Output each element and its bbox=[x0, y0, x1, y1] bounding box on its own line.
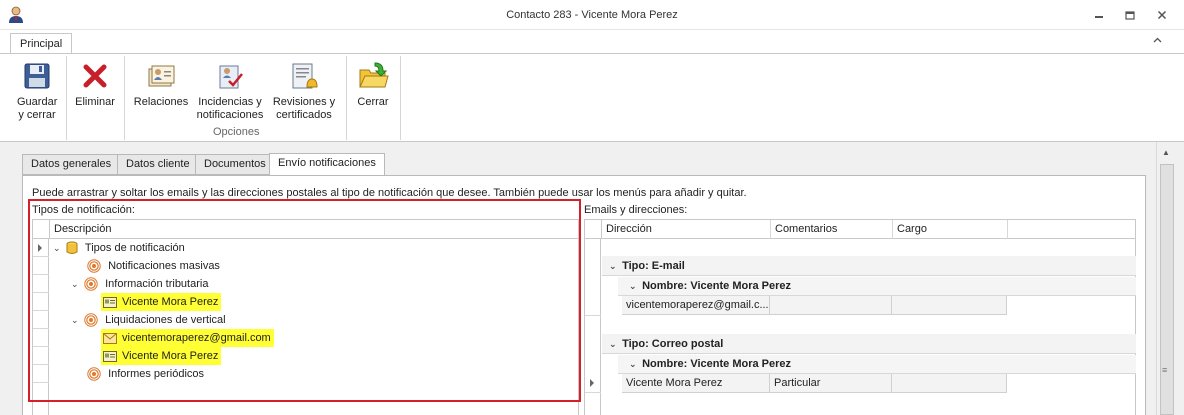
notification-check-icon bbox=[219, 65, 243, 89]
incidents-notifications-button[interactable]: Incidencias y notificaciones bbox=[195, 56, 265, 122]
chevron-down-icon[interactable]: ⌄ bbox=[629, 277, 639, 295]
close-contact-button[interactable]: Cerrar bbox=[352, 56, 394, 109]
relations-label: Relaciones bbox=[133, 96, 189, 108]
row-indicator-column bbox=[585, 239, 601, 415]
ribbon-separator bbox=[400, 56, 401, 140]
group-row-type-email[interactable]: ⌄ Tipo: E-mail bbox=[609, 257, 685, 275]
ribbon-tab-principal[interactable]: Principal bbox=[10, 33, 73, 55]
column-header-cargo[interactable]: Cargo bbox=[892, 220, 1007, 239]
ribbon-separator bbox=[66, 56, 67, 140]
tab-documentos[interactable]: Documentos bbox=[195, 154, 275, 175]
group-row-label: Tipo: Correo postal bbox=[622, 338, 724, 350]
ribbon-group-label: Opciones bbox=[213, 126, 260, 138]
ribbon: Guardar y cerrar Eliminar Relaciones Inc… bbox=[0, 53, 1184, 142]
row-indicator[interactable] bbox=[585, 373, 601, 393]
cell-cargo[interactable] bbox=[892, 374, 1007, 393]
grid-header: Dirección Comentarios Cargo bbox=[585, 220, 1135, 239]
scroll-up-icon[interactable]: ▲ bbox=[1162, 148, 1170, 157]
folder-arrow-icon bbox=[359, 62, 389, 88]
tab-datos-cliente[interactable]: Datos cliente bbox=[117, 154, 199, 175]
certificate-bell-icon bbox=[292, 63, 318, 89]
grip-icon: ≡ bbox=[1162, 365, 1168, 375]
delete-label: Eliminar bbox=[75, 96, 115, 108]
scrollbar-thumb[interactable] bbox=[1160, 164, 1174, 415]
emails-addresses-label: Emails y direcciones: bbox=[584, 204, 688, 216]
title-bar: Contacto 283 - Vicente Mora Perez bbox=[0, 0, 1184, 30]
relations-cards-icon bbox=[148, 65, 175, 87]
ribbon-tab-bar: Principal bbox=[0, 30, 1184, 55]
cell-cargo[interactable] bbox=[892, 296, 1007, 315]
highlight-rectangle bbox=[28, 199, 581, 402]
ribbon-separator bbox=[346, 56, 347, 140]
cell-direccion[interactable]: Vicente Mora Perez bbox=[622, 374, 770, 393]
revisions-certificates-button[interactable]: Revisiones y certificados bbox=[270, 56, 338, 122]
cell-direccion[interactable]: vicentemoraperez@gmail.c... bbox=[622, 296, 770, 315]
close-contact-label: Cerrar bbox=[357, 96, 389, 108]
cell-comentarios[interactable]: Particular bbox=[770, 374, 892, 393]
minimize-button[interactable] bbox=[1087, 6, 1111, 24]
chevron-down-icon[interactable]: ⌄ bbox=[609, 335, 619, 353]
group-row-name[interactable]: ⌄ Nombre: Vicente Mora Perez bbox=[629, 355, 791, 373]
window-title: Contacto 283 - Vicente Mora Perez bbox=[506, 9, 678, 21]
ribbon-separator bbox=[124, 56, 125, 140]
cell-comentarios[interactable] bbox=[770, 296, 892, 315]
column-header-empty bbox=[1007, 220, 1136, 239]
vertical-scrollbar[interactable]: ▲ ≡ bbox=[1156, 142, 1176, 415]
incidents-label: Incidencias y notificaciones bbox=[196, 96, 264, 121]
save-close-button[interactable]: Guardar y cerrar bbox=[14, 56, 60, 122]
row-pointer-icon bbox=[590, 379, 594, 387]
emails-addresses-grid: Dirección Comentarios Cargo ⌄ Tipo: E-ma… bbox=[584, 219, 1136, 415]
revisions-label: Revisiones y certificados bbox=[272, 96, 336, 121]
tab-datos-generales[interactable]: Datos generales bbox=[22, 154, 121, 175]
chevron-down-icon[interactable]: ⌄ bbox=[629, 355, 639, 373]
close-icon bbox=[1157, 10, 1167, 20]
instructions-text: Puede arrastrar y soltar los emails y la… bbox=[32, 187, 747, 199]
minimize-icon bbox=[1095, 16, 1103, 18]
delete-x-icon bbox=[83, 64, 107, 88]
delete-button[interactable]: Eliminar bbox=[73, 56, 117, 109]
group-row-label: Tipo: E-mail bbox=[622, 260, 685, 272]
restore-icon bbox=[1125, 11, 1135, 20]
restore-button[interactable] bbox=[1118, 6, 1142, 24]
column-header-comentarios[interactable]: Comentarios bbox=[770, 220, 892, 239]
group-row-label: Nombre: Vicente Mora Perez bbox=[642, 358, 792, 370]
column-header-direccion[interactable]: Dirección bbox=[601, 220, 770, 239]
relations-button[interactable]: Relaciones bbox=[132, 56, 190, 109]
chevron-down-icon[interactable]: ⌄ bbox=[609, 257, 619, 275]
close-button[interactable] bbox=[1150, 6, 1174, 24]
floppy-disk-icon bbox=[24, 63, 50, 89]
collapse-ribbon-icon[interactable] bbox=[1153, 35, 1162, 46]
save-close-label: Guardar y cerrar bbox=[17, 96, 58, 121]
tab-envio-notificaciones[interactable]: Envío notificaciones bbox=[269, 153, 385, 176]
group-row-name[interactable]: ⌄ Nombre: Vicente Mora Perez bbox=[629, 277, 791, 295]
row-indicator[interactable] bbox=[585, 296, 601, 316]
group-row-label: Nombre: Vicente Mora Perez bbox=[642, 280, 792, 292]
group-row-type-postal[interactable]: ⌄ Tipo: Correo postal bbox=[609, 335, 723, 353]
